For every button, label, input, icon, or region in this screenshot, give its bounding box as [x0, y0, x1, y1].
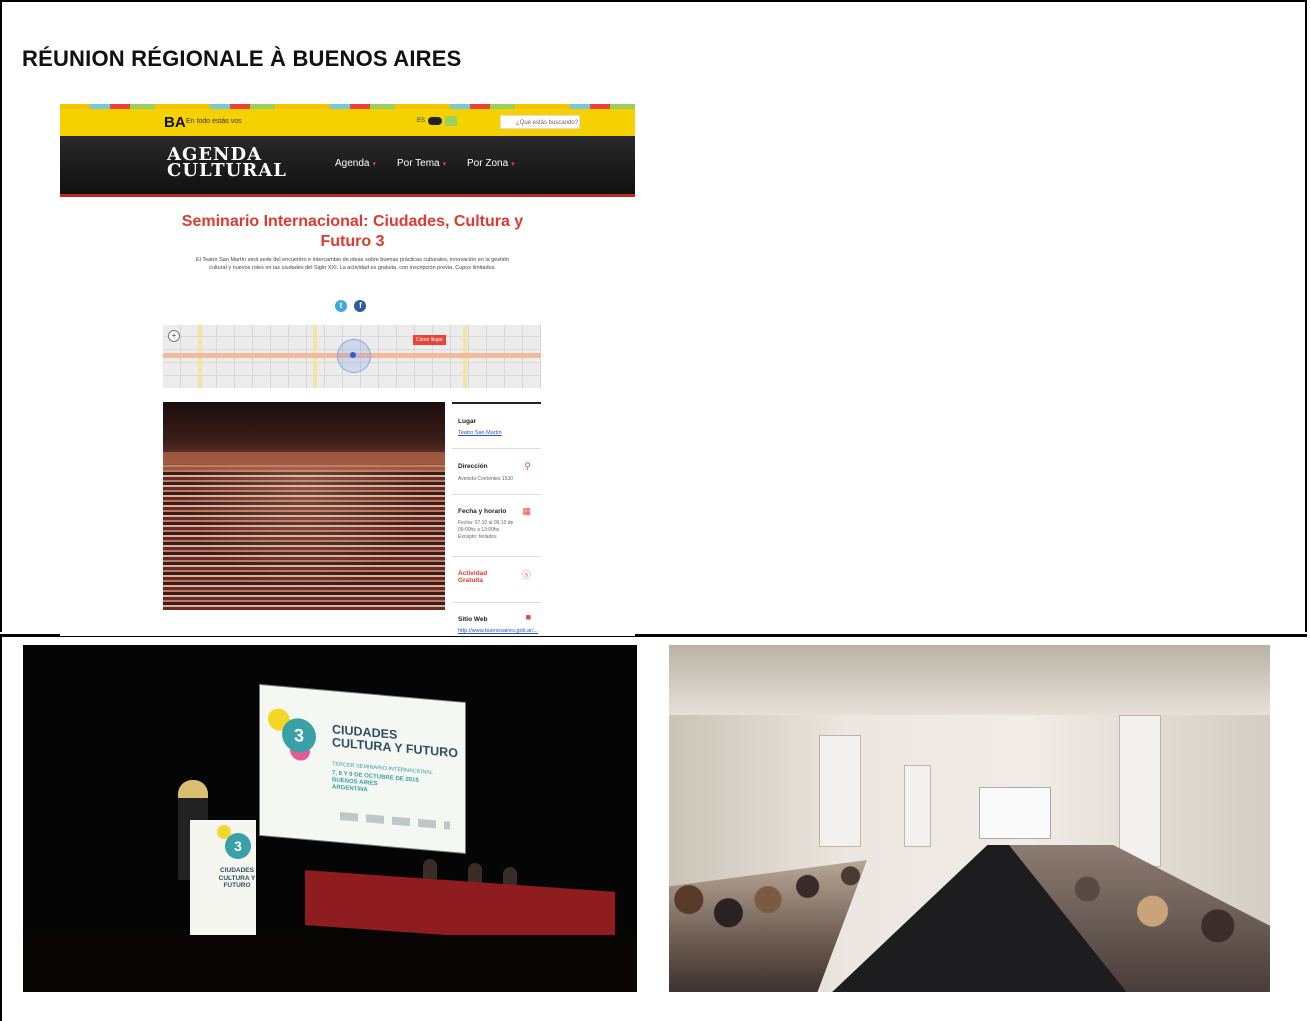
facebook-icon[interactable]: f — [354, 300, 367, 312]
chevron-down-icon: ▾ — [511, 161, 515, 168]
stage-floor — [23, 935, 637, 992]
info-lugar: Lugar Teatro San Martín — [452, 404, 541, 449]
web-icon: ■ — [525, 612, 531, 622]
event-info-sidebar: Lugar Teatro San Martín Dirección ⚲ Aven… — [452, 402, 541, 636]
panelist — [423, 859, 437, 879]
panelist — [468, 863, 482, 883]
info-label: Sitio Web — [458, 616, 488, 623]
nav-label: Por Tema — [397, 158, 440, 169]
info-label: Lugar — [458, 418, 477, 425]
chevron-down-icon: ▾ — [372, 161, 376, 168]
room-ceiling — [669, 645, 1270, 715]
nav-por-tema[interactable]: Por Tema ▾ — [397, 158, 446, 169]
projector-screen — [979, 787, 1051, 839]
photo-balcony — [163, 452, 445, 470]
info-label: Actividad Gratuita — [458, 570, 488, 584]
ba-logo[interactable]: BA — [164, 114, 186, 131]
info-label: Dirección — [458, 463, 488, 470]
search-input[interactable]: ¿Qué estás buscando? — [500, 115, 580, 129]
info-label: Fecha y horario — [458, 508, 507, 515]
website-link[interactable]: http://www.buenosaires.gob.ar/... — [458, 628, 538, 634]
agenda-cultural-logo[interactable]: AGENDA CULTURAL — [167, 146, 287, 181]
website-screenshot: BA En todo estás vos ES ⚲ ¿Qué estás bus… — [60, 104, 635, 636]
screen-details: 7, 8 Y 9 DE OCTUBRE DE 2015 BUENOS AIRES… — [332, 770, 419, 799]
zoom-in-icon[interactable]: + — [168, 330, 180, 342]
calendar-icon: ▦ — [522, 506, 531, 516]
info-sitio: Sitio Web ■ http://www.buenosaires.gob.a… — [452, 602, 541, 636]
room-door — [1119, 715, 1161, 867]
accessibility-toggle[interactable] — [428, 117, 442, 125]
info-fecha: Fecha y horario ▦ Fecha: 07.10 al 09.10 … — [452, 494, 541, 557]
dollar-icon: ⓢ — [521, 570, 531, 580]
toggle-knob-icon — [445, 116, 457, 126]
page-title: RÉUNION RÉGIONALE À BUENOS AIRES — [22, 46, 462, 71]
social-links: t f — [335, 295, 369, 313]
venue-link[interactable]: Teatro San Martín — [458, 430, 502, 436]
podium-number: 3 — [225, 833, 251, 859]
nav-por-zona[interactable]: Por Zona ▾ — [467, 158, 515, 169]
info-direccion: Dirección ⚲ Avenida Corrientes 1530 — [452, 448, 541, 495]
nav-label: Agenda — [335, 158, 370, 169]
nav-agenda[interactable]: Agenda ▾ — [335, 158, 376, 169]
room-door — [904, 765, 931, 847]
screen-heading: CIUDADES CULTURA Y FUTURO — [332, 722, 458, 760]
slogan: En todo estás vos — [186, 118, 242, 125]
projection-screen: 3 CIUDADES CULTURA Y FUTURO TERCER SEMIN… — [260, 685, 465, 853]
screen-number: 3 — [282, 716, 316, 754]
sponsor-logos — [340, 811, 450, 830]
theater-audience-photo — [163, 402, 445, 610]
event-description: El Teatro San Martín será sede del encue… — [196, 257, 509, 271]
language-label: ES — [417, 118, 426, 124]
info-actividad: Actividad Gratuita ⓢ — [452, 556, 541, 603]
info-value: Fecha: 07.10 al 09.10 de 09:00hs a 13:00… — [458, 520, 514, 540]
info-value: Avenida Corrientes 1530 — [458, 476, 513, 482]
podium-text: CIUDADES CULTURA Y FUTURO — [218, 867, 256, 889]
meeting-room-photo — [669, 645, 1270, 992]
chevron-down-icon: ▾ — [442, 161, 447, 168]
room-door — [819, 735, 861, 847]
twitter-icon[interactable]: t — [335, 300, 347, 312]
nav-label: Por Zona — [467, 158, 509, 169]
stage-photo: 3 CIUDADES CULTURA Y FUTURO TERCER SEMIN… — [23, 645, 637, 992]
site-header: AGENDA CULTURAL Agenda ▾ Por Tema ▾ Por Zo… — [60, 136, 635, 197]
logo-line-2: CULTURAL — [167, 160, 287, 181]
location-dot-icon — [350, 352, 356, 358]
location-pin-icon: ⚲ — [524, 461, 531, 471]
top-bar: BA En todo estás vos ES ⚲ ¿Qué estás bus… — [60, 109, 635, 136]
event-title: Seminario Internacional: Ciudades, Cultu… — [181, 213, 524, 250]
location-map[interactable]: Cómo llegar + — [163, 325, 541, 388]
map-pin-button[interactable]: Cómo llegar — [413, 335, 446, 345]
